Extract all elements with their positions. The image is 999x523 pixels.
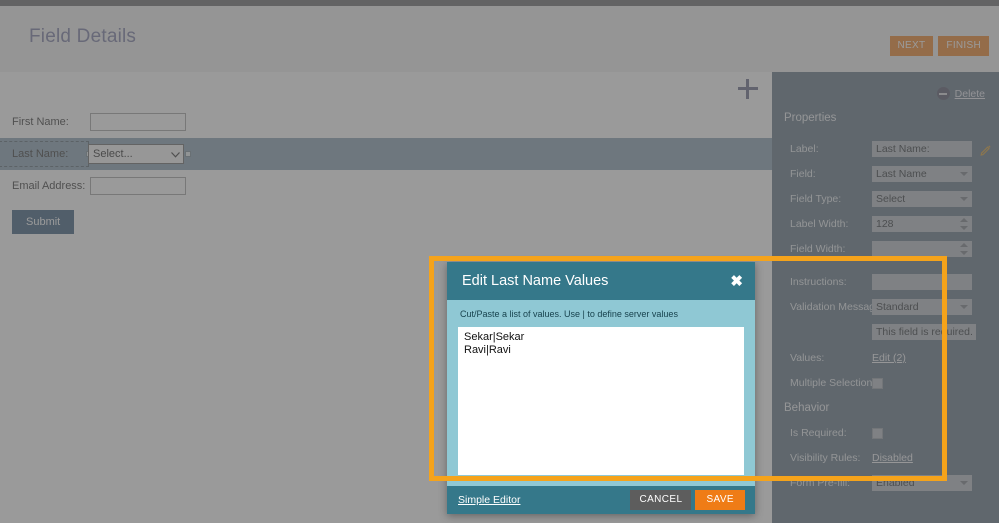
modal-title: Edit Last Name Values <box>462 273 609 289</box>
simple-editor-link[interactable]: Simple Editor <box>458 494 630 506</box>
values-textarea[interactable]: Sekar|Sekar Ravi|Ravi <box>458 327 744 475</box>
modal-body: Cut/Paste a list of values. Use | to def… <box>447 300 755 486</box>
modal-footer: Simple Editor CANCEL SAVE <box>447 486 755 514</box>
cancel-button[interactable]: CANCEL <box>630 490 692 510</box>
close-icon[interactable]: ✖ <box>730 274 743 289</box>
edit-values-modal: Edit Last Name Values ✖ Cut/Paste a list… <box>447 262 755 514</box>
modal-header: Edit Last Name Values ✖ <box>447 262 755 300</box>
modal-hint-text: Cut/Paste a list of values. Use | to def… <box>460 309 678 319</box>
save-button[interactable]: SAVE <box>695 490 745 510</box>
app-root: Field Details NEXT FINISH First Name: <box>0 0 999 523</box>
